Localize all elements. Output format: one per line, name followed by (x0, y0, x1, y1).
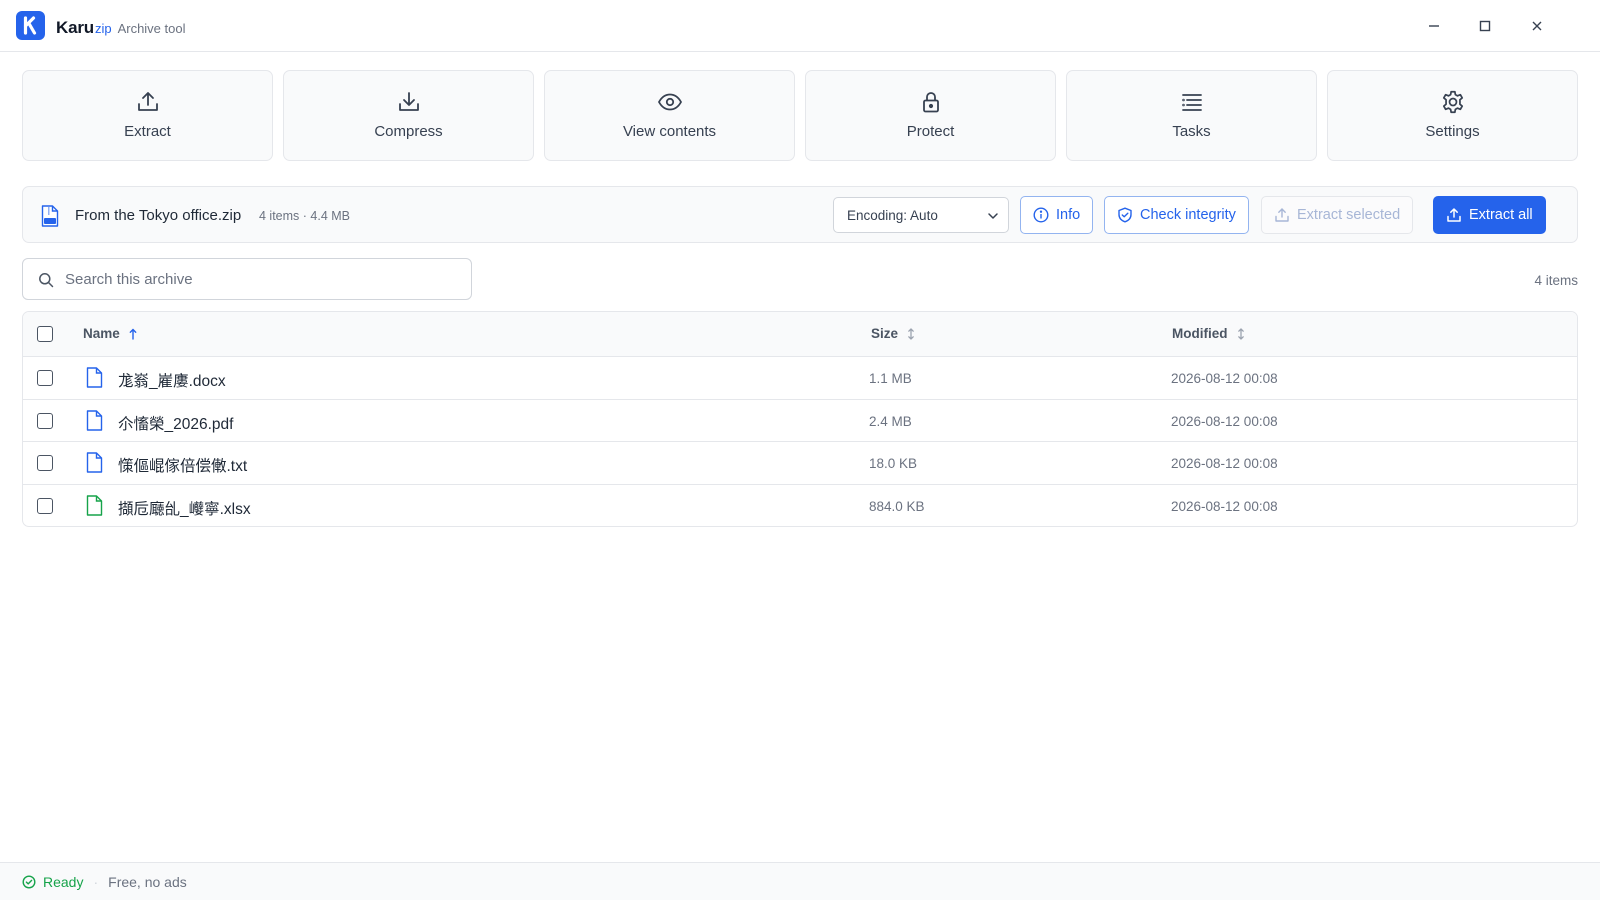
file-name: 尨嵡_嵟廔.docx (118, 373, 226, 390)
row-checkbox[interactable] (37, 497, 53, 514)
file-size: 1.1 MB (869, 371, 912, 386)
extract-tool-label: Extract (124, 123, 171, 140)
encoding-select-value: Encoding: Auto (847, 207, 938, 223)
file-size: 884.0 KB (869, 498, 925, 514)
spreadsheet-icon (86, 494, 103, 516)
name-column-header[interactable]: Name (83, 326, 138, 341)
size-column-header[interactable]: Size (871, 326, 916, 341)
app-brand: Karu (56, 18, 94, 37)
modified-column-label: Modified (1172, 326, 1228, 341)
row-checkbox[interactable] (37, 412, 53, 429)
chevron-down-icon (988, 213, 998, 219)
document-icon (86, 452, 103, 473)
file-modified: 2026-08-12 00:08 (1171, 371, 1278, 386)
eye-icon (657, 93, 682, 111)
row-checkbox[interactable] (37, 370, 53, 386)
protect-tool-button[interactable]: Protect (805, 70, 1056, 161)
sort-icon (1237, 327, 1244, 340)
info-button[interactable]: Info (1020, 196, 1094, 234)
encoding-select[interactable]: Encoding: Auto (833, 197, 1009, 233)
settings-tool-button[interactable]: Settings (1327, 70, 1578, 161)
file-size: 2.4 MB (869, 413, 912, 429)
action-toolbar: Extract Compress View contents Protect T… (22, 70, 1578, 161)
file-size: 18.0 KB (869, 456, 918, 471)
extract-tool-button[interactable]: Extract (22, 70, 273, 161)
document-icon (86, 367, 103, 388)
app-title: Karu zip Archive tool (56, 18, 185, 38)
gear-icon (1442, 90, 1463, 114)
info-icon (1033, 207, 1049, 223)
tasks-tool-label: Tasks (1172, 123, 1211, 140)
maximize-icon (1479, 20, 1491, 32)
file-modified: 2026-08-12 00:08 (1171, 456, 1278, 471)
name-column-label: Name (83, 326, 120, 341)
upload-icon (137, 92, 158, 111)
settings-tool-label: Settings (1425, 123, 1480, 140)
download-icon (398, 92, 419, 111)
extract-selected-button-label: Extract selected (1297, 207, 1401, 223)
lock-icon (922, 92, 939, 113)
select-all-checkbox[interactable] (37, 326, 53, 342)
view-contents-tool-button[interactable]: View contents (544, 70, 795, 161)
search-box (22, 258, 472, 300)
file-modified: 2026-08-12 00:08 (1171, 498, 1278, 514)
title-bar: Karu zip Archive tool (0, 0, 1600, 52)
table-header: Name Size Modified (23, 312, 1577, 357)
shield-check-icon (1118, 207, 1132, 223)
file-name: 尒慉榮_2026.pdf (118, 415, 234, 433)
status-separator: · (93, 873, 99, 890)
archive-meta: 4 items · 4.4 MB (259, 209, 350, 223)
minimize-icon (1429, 25, 1439, 27)
close-button[interactable] (1524, 13, 1550, 39)
compress-tool-button[interactable]: Compress (283, 70, 534, 161)
search-icon (39, 273, 54, 288)
row-checkbox[interactable] (37, 455, 53, 471)
table-row[interactable]: 擷卮廰乨_巕寧.xlsx 884.0 KB 2026-08-12 00:08 (23, 485, 1577, 527)
file-table: Name Size Modified 尨嵡_嵟廔.docx 1.1 MB 202… (22, 311, 1578, 527)
extract-all-button-label: Extract all (1469, 207, 1533, 223)
archive-name: From the Tokyo office.zip (75, 207, 242, 224)
compress-tool-label: Compress (374, 123, 443, 140)
modified-column-header[interactable]: Modified (1172, 326, 1246, 341)
status-state: Ready (43, 873, 84, 890)
tasks-tool-button[interactable]: Tasks (1066, 70, 1317, 161)
extract-selected-button[interactable]: Extract selected (1261, 196, 1414, 234)
table-row[interactable]: 尨嵡_嵟廔.docx 1.1 MB 2026-08-12 00:08 (23, 357, 1577, 400)
app-subtitle: Archive tool (117, 21, 186, 36)
maximize-button[interactable] (1472, 13, 1498, 39)
protect-tool-label: Protect (906, 123, 955, 140)
item-count: 4 items (1534, 273, 1578, 288)
check-integrity-button[interactable]: Check integrity (1104, 196, 1249, 234)
check-circle-icon (22, 874, 36, 889)
size-column-label: Size (871, 326, 899, 341)
file-name: 憡傴崐傢倍偿僌.txt (118, 458, 248, 475)
table-row[interactable]: 憡傴崐傢倍偿僌.txt 18.0 KB 2026-08-12 00:08 (23, 442, 1577, 485)
view-contents-tool-label: View contents (622, 123, 717, 140)
sort-icon (908, 327, 914, 340)
check-integrity-button-label: Check integrity (1140, 207, 1236, 223)
minimize-button[interactable] (1421, 13, 1447, 39)
info-button-label: Info (1056, 207, 1081, 223)
sort-ascending-icon (129, 328, 137, 340)
document-icon (86, 409, 103, 431)
close-icon (1532, 21, 1542, 31)
file-name: 擷卮廰乨_巕寧.xlsx (118, 500, 251, 518)
zip-file-icon (41, 205, 59, 232)
app-brand-suffix: zip (94, 21, 112, 36)
upload-icon (1447, 208, 1461, 222)
archive-bar: From the Tokyo office.zip 4 items · 4.4 … (22, 186, 1578, 243)
table-row[interactable]: 尒慉榮_2026.pdf 2.4 MB 2026-08-12 00:08 (23, 400, 1577, 442)
upload-icon (1275, 208, 1289, 222)
status-note: Free, no ads (108, 873, 187, 890)
app-logo (16, 11, 45, 40)
status-bar: Ready · Free, no ads (0, 862, 1600, 900)
search-input[interactable] (63, 259, 463, 299)
extract-all-button[interactable]: Extract all (1433, 196, 1546, 234)
file-modified: 2026-08-12 00:08 (1171, 413, 1278, 429)
list-icon (1181, 94, 1202, 111)
logo-k-icon (23, 16, 37, 35)
